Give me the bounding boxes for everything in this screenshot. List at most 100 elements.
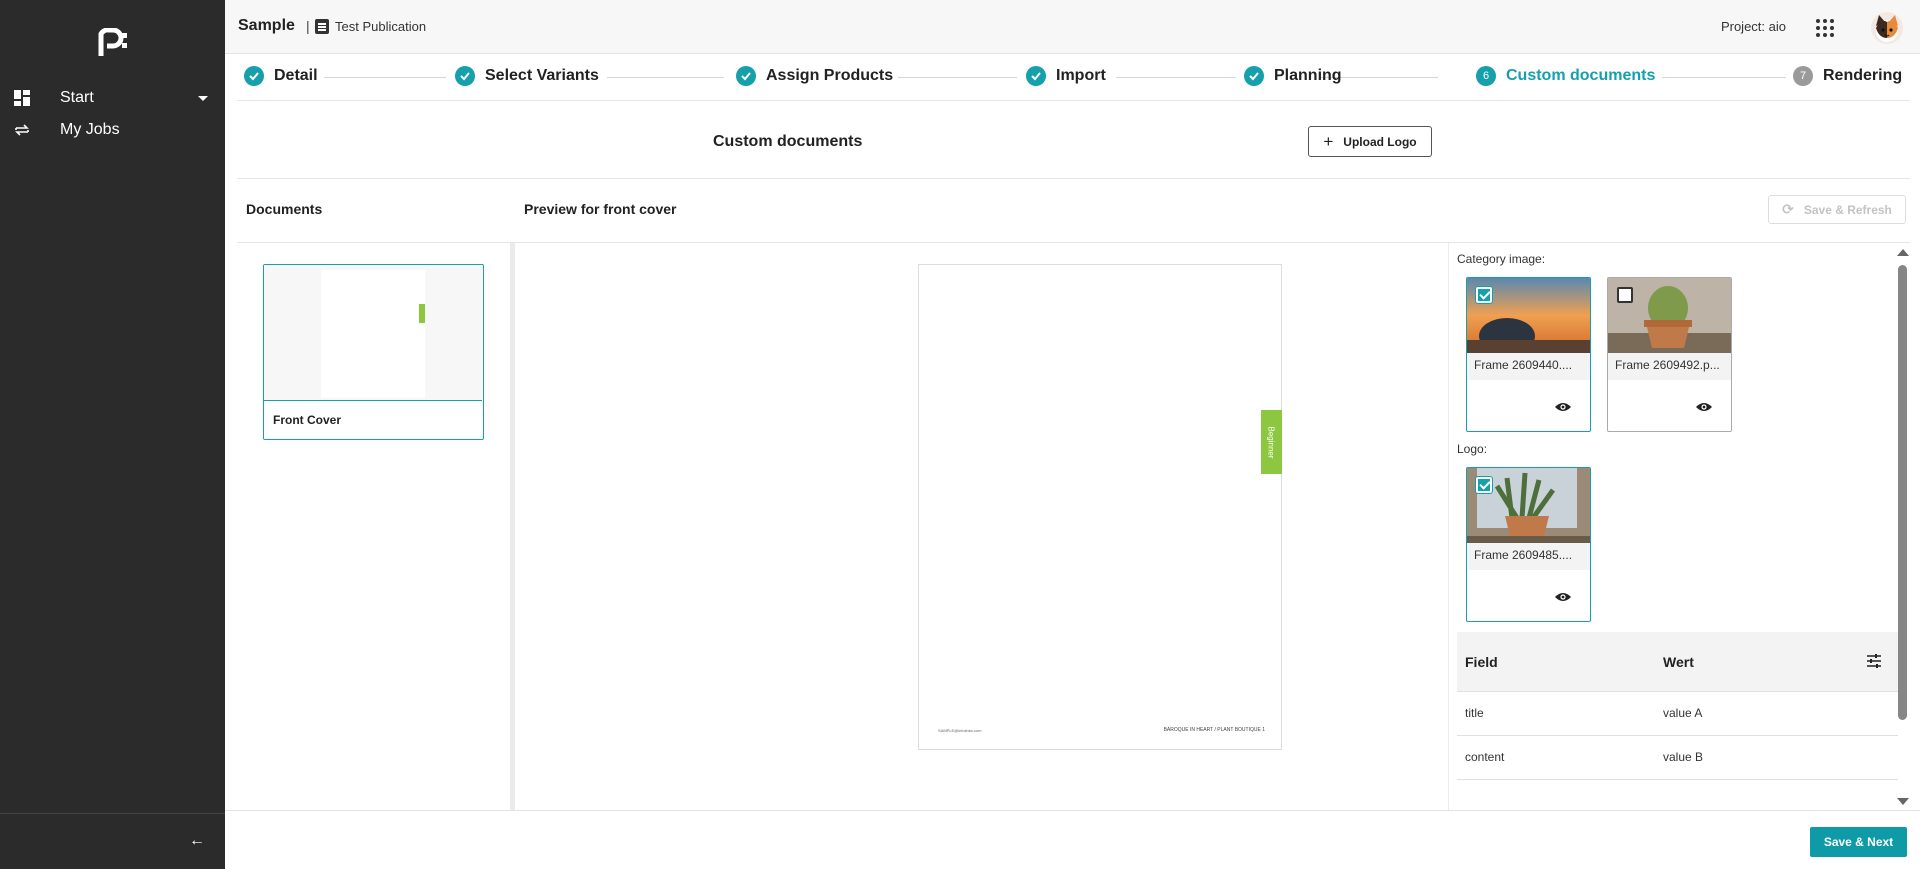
check-icon [736,66,756,86]
app-logo [98,28,127,56]
check-icon [244,66,264,86]
apps-grid-icon[interactable] [1816,19,1834,37]
field-value-table: Field Wert title value A content value B [1457,632,1910,780]
sidebar-item-my-jobs[interactable]: My Jobs [14,116,210,144]
step-connector [607,77,724,78]
eye-icon[interactable] [1695,401,1713,413]
logo-image-card[interactable]: Frame 2609485.... [1466,467,1591,622]
sidebar-item-start[interactable]: Start [14,84,210,112]
step-custom-documents[interactable]: 6 Custom documents [1476,66,1655,86]
preview-level-tag: Beginner [1261,410,1282,474]
repeat-icon [14,122,30,138]
step-label: Custom documents [1506,67,1656,84]
step-label: Planning [1274,67,1342,84]
step-label: Import [1056,67,1106,84]
logo-label: Logo: [1457,442,1488,456]
table-cell: value A [1663,706,1703,720]
upload-logo-label: Upload Logo [1343,134,1417,149]
section-title: Custom documents [713,133,863,150]
checkbox[interactable] [1476,287,1492,303]
preview-panel: Beginner SAMPLE@infolinks.com BAROQUE IN… [515,243,1448,811]
thumbnail-tag [419,304,425,323]
checkbox[interactable] [1476,477,1492,493]
divider [237,100,1910,101]
step-number: 7 [1793,66,1813,86]
table-row[interactable]: title value A [1457,692,1898,736]
document-name: Front Cover [273,413,342,427]
scrollbar[interactable] [1894,243,1910,811]
save-next-label: Save & Next [1823,835,1894,849]
image-name-row: Frame 2609440.... [1467,353,1590,380]
plus-icon: + [1323,132,1334,151]
step-label: Select Variants [485,67,599,84]
thumbnail-page [321,270,425,398]
step-label: Detail [274,67,318,84]
publication-icon [315,19,329,34]
check-icon [1026,66,1046,86]
column-header-field: Field [1465,654,1498,670]
step-label: Rendering [1823,67,1903,84]
dashboard-icon [14,90,30,106]
documents-heading: Documents [246,201,323,217]
stepper: Detail Select Variants Assign Products I… [237,62,1902,92]
category-image-label: Category image: [1457,252,1546,266]
options-panel: Category image: Frame 2609440.... Frame … [1448,243,1910,811]
preview-footer-right: BAROQUE IN HEART / PLANT BOUTIQUE 1 [1163,727,1265,733]
image-file-name: Frame 2609492.p... [1615,358,1720,372]
scroll-up-icon[interactable] [1897,249,1909,256]
category-image-card[interactable]: Frame 2609492.p... [1607,277,1732,432]
step-select-variants[interactable]: Select Variants [455,66,599,86]
checkbox[interactable] [1617,287,1633,303]
sidebar-item-label: Start [60,89,94,106]
upload-logo-button[interactable]: + Upload Logo [1308,126,1432,157]
preview-heading: Preview for front cover [524,201,677,217]
scroll-thumb[interactable] [1898,265,1907,720]
divider [237,178,1910,179]
check-icon [455,66,475,86]
save-next-button[interactable]: Save & Next [1810,827,1907,857]
eye-icon[interactable] [1554,591,1572,603]
column-settings-icon[interactable] [1866,653,1882,669]
sidebar-item-label: My Jobs [60,121,120,138]
content-area: Front Cover Beginner SAMPLE@infolinks.co… [237,242,1910,811]
sidebar-footer: ← [0,813,225,869]
save-refresh-label: Save & Refresh [1803,202,1892,217]
step-connector [324,77,446,78]
table-cell: content [1465,750,1505,764]
step-assign-products[interactable]: Assign Products [736,66,893,86]
table-row[interactable]: content value B [1457,736,1898,780]
table-cell: title [1465,706,1484,720]
step-connector [898,77,1017,78]
step-connector [1662,77,1786,78]
step-planning[interactable]: Planning [1244,66,1342,86]
bottom-bar: Save & Next [225,810,1920,869]
step-connector [1116,77,1236,78]
collapse-sidebar-icon[interactable]: ← [189,832,205,850]
documents-list: Front Cover [237,243,510,811]
project-label: Project: aio [1720,19,1786,34]
image-name-row: Frame 2609492.p... [1608,353,1731,380]
image-name-row: Frame 2609485.... [1467,543,1590,570]
preview-page: Beginner SAMPLE@infolinks.com BAROQUE IN… [918,264,1282,750]
step-import[interactable]: Import [1026,66,1106,86]
step-number: 6 [1476,66,1496,86]
save-refresh-button[interactable]: ⟳ Save & Refresh [1768,195,1906,224]
step-rendering[interactable]: 7 Rendering [1793,66,1902,86]
column-header-value: Wert [1663,654,1694,670]
refresh-icon: ⟳ [1782,201,1794,217]
category-image-card[interactable]: Frame 2609440.... [1466,277,1591,432]
eye-icon[interactable] [1554,401,1572,413]
scroll-down-icon[interactable] [1897,798,1909,805]
chevron-down-icon [198,95,208,101]
document-card[interactable]: Front Cover [263,264,484,440]
table-header: Field Wert [1457,632,1898,692]
title-separator: | [306,18,310,34]
image-file-name: Frame 2609485.... [1474,548,1573,562]
page-title: Sample [238,17,295,34]
avatar[interactable] [1871,12,1903,44]
step-detail[interactable]: Detail [244,66,318,86]
step-label: Assign Products [766,67,894,84]
sidebar: Start My Jobs ← [0,0,225,869]
document-thumbnail [264,265,482,401]
image-file-name: Frame 2609440.... [1474,358,1573,372]
